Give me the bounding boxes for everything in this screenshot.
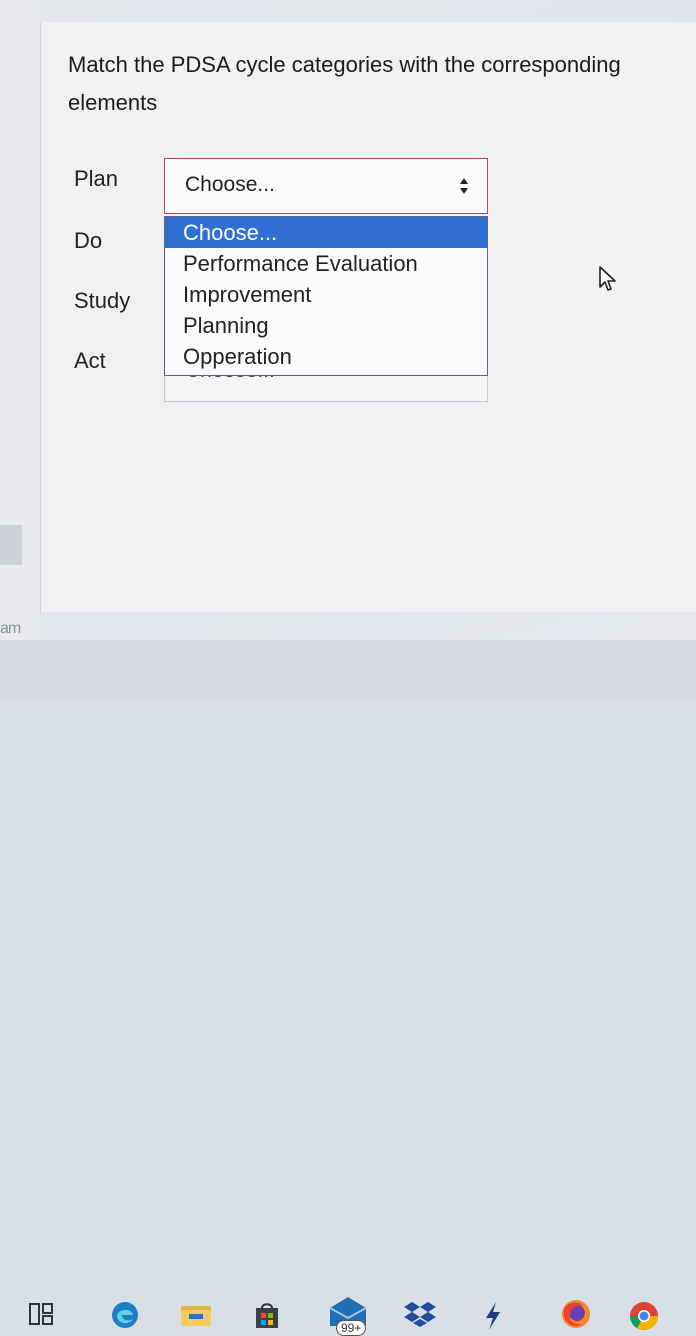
firefox-icon[interactable] (560, 1298, 592, 1330)
task-view-icon[interactable] (28, 1302, 54, 1326)
chrome-icon[interactable] (628, 1300, 660, 1332)
select-arrows-icon (460, 178, 468, 194)
clock-fragment: am (0, 620, 21, 637)
dropdown-option-planning[interactable]: Planning (165, 310, 487, 341)
app-icon[interactable] (482, 1300, 504, 1332)
mail-badge: 99+ (336, 1320, 367, 1336)
left-panel-fragment (0, 525, 22, 565)
taskbar: 99+ (0, 640, 696, 1336)
dropbox-icon[interactable] (404, 1300, 436, 1328)
plan-dropdown-list[interactable]: Choose... Performance Evaluation Improve… (164, 216, 488, 376)
row-label-do: Do (74, 228, 103, 253)
plan-select[interactable]: Choose... (164, 158, 488, 214)
dropdown-option-improvement[interactable]: Improvement (165, 279, 487, 310)
row-label-plan: Plan (74, 166, 119, 191)
row-label-act: Act (74, 348, 106, 373)
row-label-study: Study (74, 288, 131, 313)
dropdown-option-choose[interactable]: Choose... (165, 217, 487, 248)
edge-icon[interactable] (110, 1300, 140, 1330)
question-text: Match the PDSA cycle categories with the… (68, 52, 621, 115)
mail-icon[interactable]: 99+ (326, 1294, 374, 1336)
file-explorer-icon[interactable] (180, 1302, 212, 1328)
dropdown-option-performance-evaluation[interactable]: Performance Evaluation (165, 248, 487, 279)
dropdown-option-opperation[interactable]: Opperation (165, 341, 487, 372)
store-icon[interactable] (252, 1300, 282, 1330)
screen: am Match the PDSA cycle categories with … (0, 0, 696, 640)
mouse-cursor-icon (599, 266, 616, 291)
plan-select-value: Choose... (185, 173, 275, 196)
